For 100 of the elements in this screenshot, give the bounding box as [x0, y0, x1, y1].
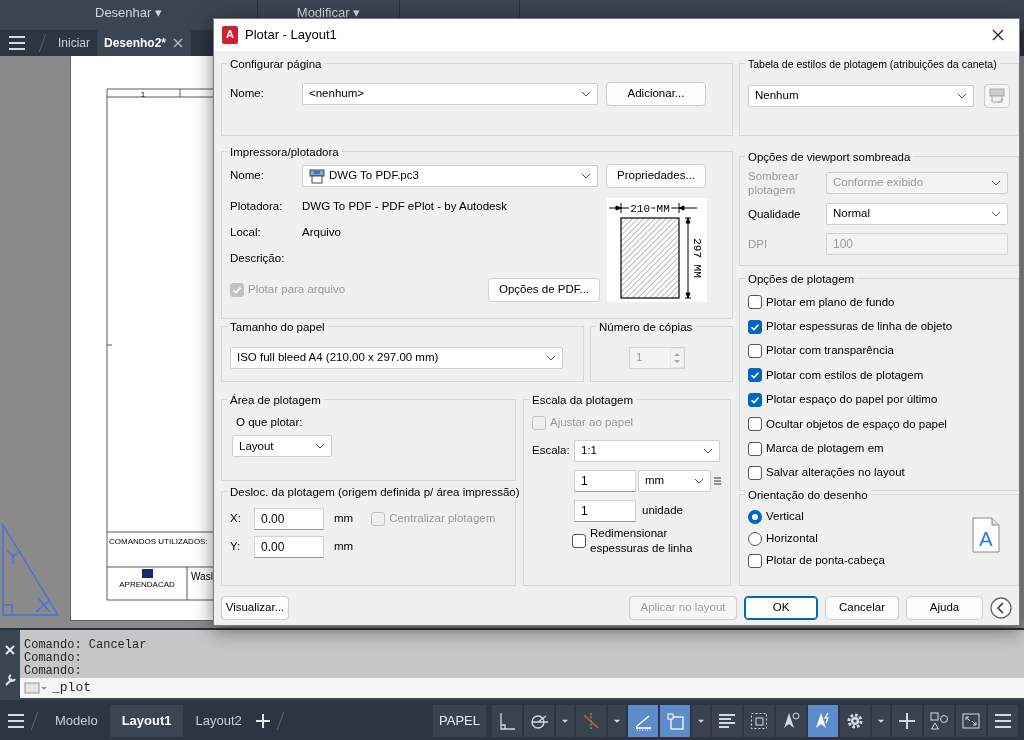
command-input[interactable]: _plot [52, 678, 91, 698]
checkbox[interactable] [748, 392, 762, 407]
chevron-down-icon [703, 448, 713, 454]
panel-menu[interactable]: Modificar ▾ [296, 5, 361, 20]
dropdown[interactable]: Normal [826, 203, 1008, 225]
field-label: Y: [230, 539, 242, 555]
checkbox-label: Salvar alterações no layout [766, 465, 905, 481]
button[interactable]: Opções de PDF... [488, 278, 600, 302]
check-icon [750, 394, 760, 405]
angle-icon[interactable] [628, 705, 658, 737]
info-label: Plotadora: [230, 199, 284, 214]
portrait-page-icon: A [972, 517, 1000, 553]
checkbox-label: Ocultar objetos de espaço do papel [766, 416, 947, 432]
unit-label: unidade [642, 503, 683, 519]
checkbox-label: Plotar espaço do papel por último [766, 392, 938, 408]
input-field[interactable]: 1 [574, 470, 636, 492]
dropdown[interactable]: ISO full bleed A4 (210.00 x 297.00 mm) [230, 347, 563, 369]
button[interactable]: Ajuda [906, 596, 983, 620]
button[interactable]: OK [744, 596, 818, 620]
check-icon [232, 285, 242, 295]
field-label: DPI [748, 237, 769, 251]
chevron-down-icon [581, 91, 591, 97]
checkbox[interactable] [748, 465, 762, 480]
file-tab[interactable]: Desenho2* [97, 30, 192, 56]
input-field[interactable]: 0.00 [254, 536, 324, 558]
space-toggle[interactable]: PAPEL [433, 705, 486, 737]
checkbox[interactable] [748, 368, 762, 383]
input-field[interactable]: 0.00 [254, 508, 324, 530]
group-title: Área de plotagem [227, 392, 324, 408]
layout-tab[interactable]: Layout2 [183, 705, 254, 737]
layout-tab[interactable]: Layout1 [109, 705, 184, 737]
checkbox-label: Centralizar plotagem [389, 511, 496, 527]
dimension-label: 297 MM [691, 238, 703, 278]
button[interactable]: Adicionar... [606, 82, 706, 106]
logo-caption: APRENDACAD [119, 580, 175, 589]
checkbox-label: Plotar para arquivo [248, 282, 346, 298]
radio-label: Vertical [766, 509, 804, 525]
dropdown[interactable]: mm [638, 470, 711, 492]
window-title: Plotar - Layout1 [245, 26, 337, 45]
chevron-down-icon [957, 93, 968, 99]
chevron-down-icon [991, 180, 1001, 186]
check-icon [750, 321, 760, 332]
menu-icon[interactable] [7, 33, 27, 53]
checkbox[interactable] [748, 319, 762, 334]
input-field[interactable]: 1 [574, 500, 636, 522]
field-label: Sombrear plotagem [748, 169, 800, 197]
menu-icon[interactable] [988, 705, 1018, 737]
arrowhead-icon[interactable] [776, 705, 806, 737]
plus-icon[interactable] [892, 705, 922, 737]
wrench-icon[interactable] [3, 672, 17, 686]
checkbox[interactable] [572, 534, 586, 548]
radio-button[interactable] [748, 532, 762, 546]
checkbox-label: Plotar em plano de fundo [766, 294, 895, 310]
dashed-box-icon[interactable] [744, 705, 774, 737]
dropdown[interactable]: Nenhum [748, 85, 975, 107]
checkbox[interactable] [748, 441, 762, 456]
checkbox[interactable] [748, 295, 762, 310]
checkbox[interactable] [748, 417, 762, 432]
checkbox-label: Ajustar ao papel [550, 415, 634, 431]
dropdown[interactable]: <nenhum> [302, 83, 598, 105]
expand-icon[interactable] [956, 705, 986, 737]
field-label: Nome: [230, 168, 265, 184]
chevron-down-icon [315, 443, 325, 450]
dropdown[interactable]: DWG To PDF.pc3 [302, 165, 598, 187]
printer-icon [309, 168, 325, 184]
close-icon[interactable] [991, 28, 1005, 42]
dropdown[interactable]: 1:1 [574, 440, 720, 462]
checkbox[interactable] [748, 343, 762, 358]
lines-icon[interactable] [712, 705, 742, 737]
chevron-down-icon [546, 355, 556, 361]
info-value: DWG To PDF - PDF ePlot - by Autodesk [302, 199, 508, 214]
radio-label: Horizontal [766, 531, 818, 547]
file-tab[interactable]: Iniciar [51, 30, 97, 56]
app-icon: A [222, 26, 238, 44]
radio-button[interactable] [748, 510, 762, 524]
menu-icon[interactable] [6, 711, 26, 731]
checkbox[interactable] [748, 554, 762, 568]
triple-bar-icon[interactable] [713, 476, 722, 486]
shapes-icon[interactable] [924, 705, 954, 737]
checkbox-label: Plotar com estilos de plotagem [766, 367, 924, 383]
chevron-left-icon[interactable] [990, 597, 1012, 619]
field-label: Nome: [230, 86, 265, 102]
panel-menu[interactable]: Desenhar ▾ [95, 5, 162, 20]
check-icon [750, 370, 760, 381]
button[interactable]: Visualizar... [221, 596, 289, 620]
bolt-arrowhead-icon[interactable] [808, 705, 838, 737]
button[interactable]: Propriedades... [606, 164, 706, 188]
unit-label: mm [334, 511, 354, 527]
info-label: Local: [230, 225, 262, 240]
column-number: 1 [140, 89, 146, 99]
chevron-down-icon [991, 211, 1001, 217]
plus-icon[interactable] [253, 712, 272, 730]
field-label: X: [230, 511, 242, 527]
checkbox-label: Redimensionar espessuras de linha [590, 526, 694, 556]
settings-icon[interactable] [840, 705, 870, 737]
layout-tab[interactable]: Modelo [43, 705, 110, 737]
button[interactable]: Cancelar [825, 596, 899, 620]
right-angle-icon[interactable] [492, 705, 522, 737]
command-history-line: Comando: [24, 665, 83, 678]
dropdown[interactable]: Layout [232, 435, 332, 458]
